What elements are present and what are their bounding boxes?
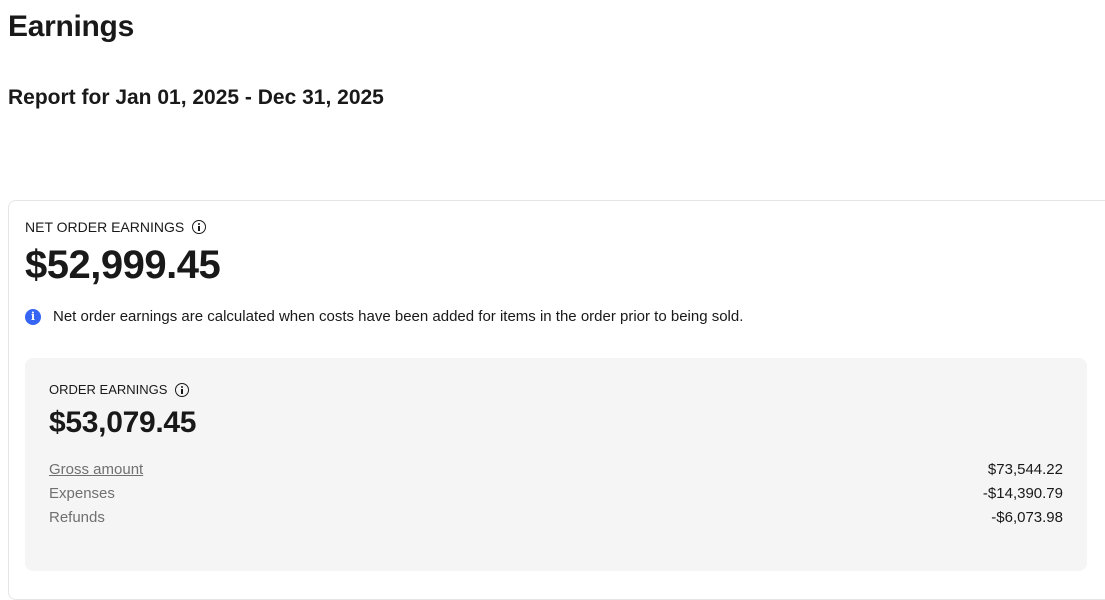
line-item-gross-amount: Gross amount $73,544.22 [49, 461, 1063, 478]
order-earnings-panel: ORDER EARNINGS $53,079.45 Gross amount $… [25, 358, 1087, 571]
refunds-value: -$6,073.98 [991, 509, 1063, 526]
info-filled-icon: i [25, 308, 41, 325]
notice-text: Net order earnings are calculated when c… [53, 308, 744, 325]
net-order-earnings-notice: i Net order earnings are calculated when… [25, 308, 743, 325]
page-title: Earnings [8, 10, 134, 43]
net-order-earnings-header: NET ORDER EARNINGS [25, 219, 207, 235]
report-range: Report for Jan 01, 2025 - Dec 31, 2025 [8, 86, 384, 109]
net-order-earnings-amount: $52,999.45 [25, 243, 221, 287]
expenses-label: Expenses [49, 485, 115, 502]
gross-amount-value: $73,544.22 [987, 461, 1063, 478]
order-earnings-label: ORDER EARNINGS [49, 382, 168, 397]
expenses-value: -$14,390.79 [982, 485, 1063, 502]
line-item-expenses: Expenses -$14,390.79 [49, 485, 1063, 502]
info-outline-icon[interactable] [175, 382, 190, 397]
refunds-label: Refunds [49, 509, 105, 526]
order-earnings-amount: $53,079.45 [49, 406, 197, 439]
line-item-refunds: Refunds -$6,073.98 [49, 509, 1063, 526]
net-order-earnings-card: NET ORDER EARNINGS $52,999.45 i Net orde… [8, 200, 1105, 600]
gross-amount-link[interactable]: Gross amount [49, 461, 143, 478]
info-outline-icon[interactable] [192, 220, 207, 234]
order-earnings-header: ORDER EARNINGS [49, 382, 190, 397]
net-order-earnings-label: NET ORDER EARNINGS [25, 219, 185, 235]
